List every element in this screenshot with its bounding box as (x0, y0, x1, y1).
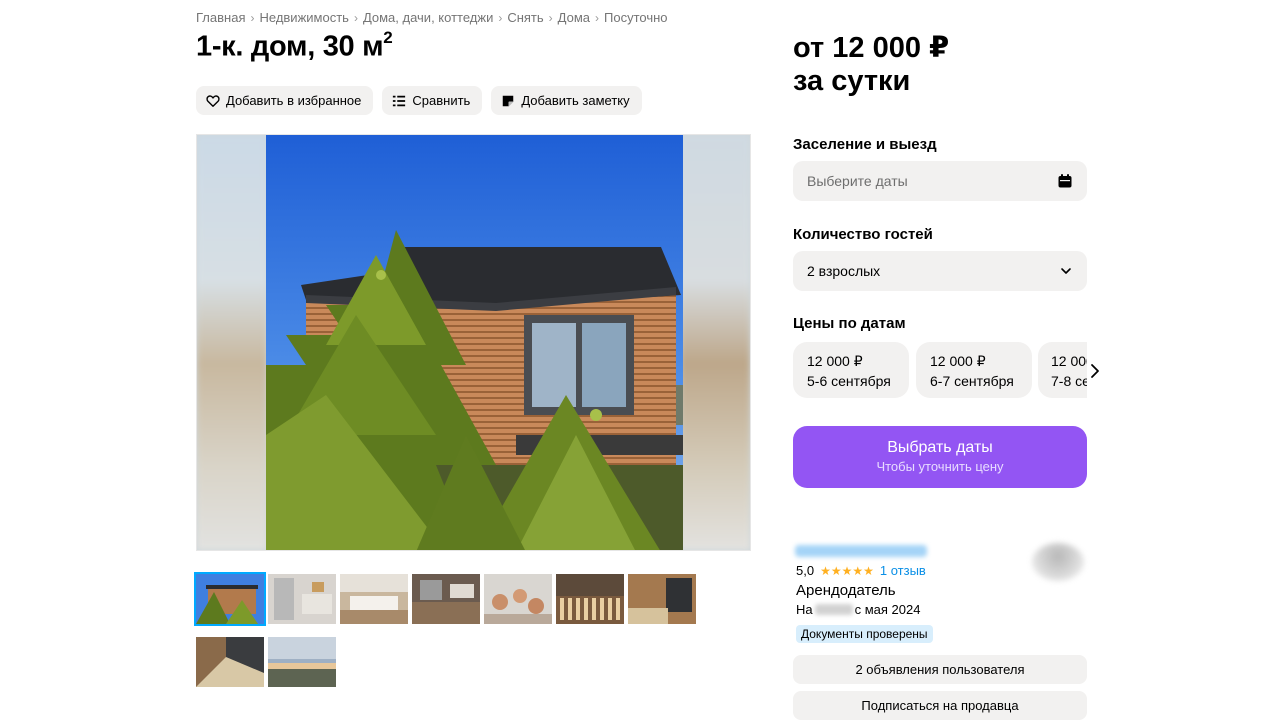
title-text: 1-к. дом, 30 м (196, 30, 384, 63)
breadcrumb-home[interactable]: Главная (196, 10, 245, 25)
listing-actions: Добавить в избранное Сравнить Добавить з… (196, 86, 642, 115)
date-price-range: 7-8 сентября (1051, 373, 1087, 389)
seller-name-blurred[interactable] (795, 545, 927, 557)
thumbnail-2[interactable] (268, 574, 336, 624)
seller-listings-button[interactable]: 2 объявления пользователя (793, 655, 1087, 684)
thumbnail-8[interactable] (196, 637, 264, 687)
breadcrumb-daily[interactable]: Посуточно (604, 10, 668, 25)
since-blurred (814, 604, 853, 615)
rating-stars: ★★★★★ (820, 563, 874, 578)
thumbnail-3[interactable] (340, 574, 408, 624)
price-amount: от 12 000 ₽ (793, 32, 950, 64)
date-price-card[interactable]: 12 000 ₽ 6-7 сентября (916, 342, 1032, 398)
compare-label: Сравнить (412, 93, 471, 108)
date-price-amount: 12 000 ₽ (807, 353, 863, 369)
page-title: 1-к. дом, 30 м2 (196, 28, 393, 64)
compare-button[interactable]: Сравнить (382, 86, 483, 115)
add-note-label: Добавить заметку (521, 93, 630, 108)
price-block: от 12 000 ₽ за сутки (793, 32, 949, 98)
main-photo[interactable] (266, 135, 683, 550)
guests-label: Количество гостей (793, 226, 933, 243)
breadcrumb-houses[interactable]: Дома, дачи, коттеджи (363, 10, 493, 25)
date-price-card[interactable]: 12 000 ₽ 7-8 сентября (1038, 342, 1087, 398)
seller-since: На с мая 2024 (796, 602, 920, 617)
thumbnail-5[interactable] (484, 574, 552, 624)
select-dates-label: Выбрать даты (887, 439, 993, 456)
heart-icon (206, 94, 220, 107)
house-photo-illustration (266, 135, 683, 550)
date-price-amount: 12 000 ₽ (1051, 353, 1087, 369)
since-suffix: с мая 2024 (854, 602, 921, 617)
calendar-icon (1058, 174, 1072, 188)
documents-verified-badge: Документы проверены (796, 625, 933, 643)
thumbnail-1[interactable] (194, 572, 266, 626)
seller-avatar[interactable] (1032, 543, 1084, 581)
select-dates-sublabel: Чтобы уточнить цену (876, 459, 1004, 474)
date-price-carousel: 12 000 ₽ 5-6 сентября 12 000 ₽ 6-7 сентя… (793, 342, 1087, 398)
title-superscript: 2 (383, 28, 393, 47)
select-dates-button[interactable]: Выбрать даты Чтобы уточнить цену (793, 426, 1087, 488)
date-picker-field[interactable]: Выберите даты (793, 161, 1087, 201)
guests-value: 2 взрослых (807, 263, 881, 279)
breadcrumb: Главная › Недвижимость › Дома, дачи, кот… (196, 10, 668, 25)
add-to-favorites-button[interactable]: Добавить в избранное (196, 86, 374, 115)
chevron-down-icon (1061, 268, 1071, 274)
note-icon (503, 95, 514, 106)
photo-gallery[interactable] (196, 134, 751, 551)
gallery-blur-left (197, 135, 267, 550)
compare-icon (393, 95, 406, 106)
date-price-range: 6-7 сентября (930, 373, 1014, 389)
seller-role: Арендодатель (796, 582, 896, 599)
chevron-right-icon[interactable] (1088, 362, 1102, 380)
reviews-link[interactable]: 1 отзыв (880, 563, 926, 578)
breadcrumb-separator: › (498, 10, 503, 25)
breadcrumb-rent[interactable]: Снять (507, 10, 543, 25)
breadcrumb-separator: › (250, 10, 255, 25)
rating-value: 5,0 (796, 563, 815, 578)
date-price-card[interactable]: 12 000 ₽ 5-6 сентября (793, 342, 909, 398)
breadcrumb-separator: › (548, 10, 553, 25)
breadcrumb-separator: › (595, 10, 600, 25)
checkin-label: Заселение и выезд (793, 136, 937, 153)
thumbnail-9[interactable] (268, 637, 336, 687)
thumbnail-7[interactable] (628, 574, 696, 624)
breadcrumb-realty[interactable]: Недвижимость (259, 10, 348, 25)
date-price-amount: 12 000 ₽ (930, 353, 986, 369)
subscribe-seller-button[interactable]: Подписаться на продавца (793, 691, 1087, 720)
breadcrumb-separator: › (353, 10, 358, 25)
breadcrumb-homes[interactable]: Дома (558, 10, 590, 25)
add-note-button[interactable]: Добавить заметку (491, 86, 642, 115)
date-price-range: 5-6 сентября (807, 373, 891, 389)
thumbnail-4[interactable] (412, 574, 480, 624)
guests-select[interactable]: 2 взрослых (793, 251, 1087, 291)
since-prefix: На (796, 602, 813, 617)
gallery-blur-right (680, 135, 750, 550)
date-picker-placeholder: Выберите даты (807, 173, 908, 189)
price-period: за сутки (793, 65, 911, 97)
seller-rating: 5,0 ★★★★★ 1 отзыв (796, 563, 926, 578)
add-to-favorites-label: Добавить в избранное (226, 93, 362, 108)
prices-by-dates-label: Цены по датам (793, 315, 906, 332)
thumbnail-6[interactable] (556, 574, 624, 624)
